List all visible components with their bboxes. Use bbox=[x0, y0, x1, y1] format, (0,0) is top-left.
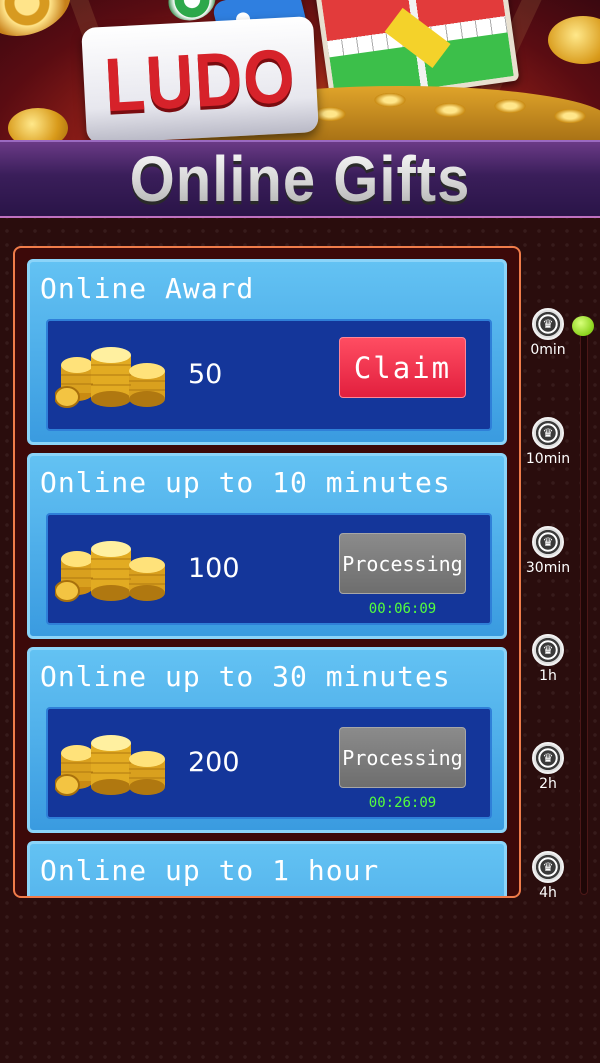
gift-title: Online Award bbox=[40, 272, 255, 305]
top-banner: LUDO bbox=[0, 0, 600, 140]
gold-coins-icon bbox=[55, 541, 165, 602]
timeline-label: 10min bbox=[525, 451, 571, 467]
processing-button: Processing bbox=[339, 533, 466, 594]
gift-amount: 50 bbox=[188, 359, 223, 390]
gift-card-online-award: Online Award 50 Claim bbox=[27, 259, 507, 445]
timeline-label: 4h bbox=[539, 885, 557, 901]
ludo-logo: LUDO bbox=[81, 16, 319, 140]
gift-amount: 100 bbox=[188, 553, 240, 584]
crown-chip-icon: ♛ bbox=[532, 851, 564, 883]
timeline-mark-2h: ♛ 2h bbox=[520, 742, 576, 792]
gift-amount: 200 bbox=[188, 747, 240, 778]
gift-reward-box: 50 Claim bbox=[46, 319, 492, 431]
timeline-mark-0min: ♛ 0min bbox=[520, 308, 576, 358]
claim-button[interactable]: Claim bbox=[339, 337, 466, 398]
gift-card-1-hour: Online up to 1 hour bbox=[27, 841, 507, 896]
countdown-timer: 00:06:09 bbox=[368, 601, 437, 617]
gold-coins-icon bbox=[55, 347, 165, 408]
processing-button: Processing bbox=[339, 727, 466, 788]
timeline-label: 2h bbox=[539, 776, 557, 792]
gift-reward-box: 100 Processing 00:06:09 bbox=[46, 513, 492, 625]
crown-chip-icon: ♛ bbox=[532, 634, 564, 666]
gift-list[interactable]: Online Award 50 Claim Online up to 10 mi… bbox=[13, 246, 521, 898]
poker-chip-decoration bbox=[0, 0, 80, 48]
timeline-label: 0min bbox=[530, 342, 566, 358]
timeline-mark-10min: ♛ 10min bbox=[520, 417, 576, 467]
gift-title: Online up to 30 minutes bbox=[40, 660, 451, 693]
gift-card-30-minutes: Online up to 30 minutes 200 Processing 0… bbox=[27, 647, 507, 833]
gold-coin-decoration bbox=[548, 16, 600, 64]
gold-coin-decoration bbox=[8, 108, 68, 140]
timeline-label: 1h bbox=[539, 668, 557, 684]
timeline-mark-1h: ♛ 1h bbox=[520, 634, 576, 684]
gift-title: Online up to 1 hour bbox=[40, 854, 380, 887]
gift-title: Online up to 10 minutes bbox=[40, 466, 451, 499]
crown-chip-icon: ♛ bbox=[532, 308, 564, 340]
page-title-bar: Online Gifts bbox=[0, 140, 600, 218]
gold-coins-icon bbox=[55, 735, 165, 796]
page-title: Online Gifts bbox=[129, 143, 471, 215]
gift-reward-box: 200 Processing 00:26:09 bbox=[46, 707, 492, 819]
logo-text: LUDO bbox=[102, 32, 298, 128]
timeline-mark-4h: ♛ 4h bbox=[520, 851, 576, 901]
countdown-timer: 00:26:09 bbox=[368, 795, 437, 811]
crown-chip-icon: ♛ bbox=[532, 526, 564, 558]
crown-chip-icon: ♛ bbox=[532, 417, 564, 449]
timeline-label: 30min bbox=[525, 560, 571, 576]
online-time-progress-track bbox=[580, 325, 588, 895]
crown-chip-icon: ♛ bbox=[532, 742, 564, 774]
timeline-mark-30min: ♛ 30min bbox=[520, 526, 576, 576]
gift-card-10-minutes: Online up to 10 minutes 100 Processing 0… bbox=[27, 453, 507, 639]
